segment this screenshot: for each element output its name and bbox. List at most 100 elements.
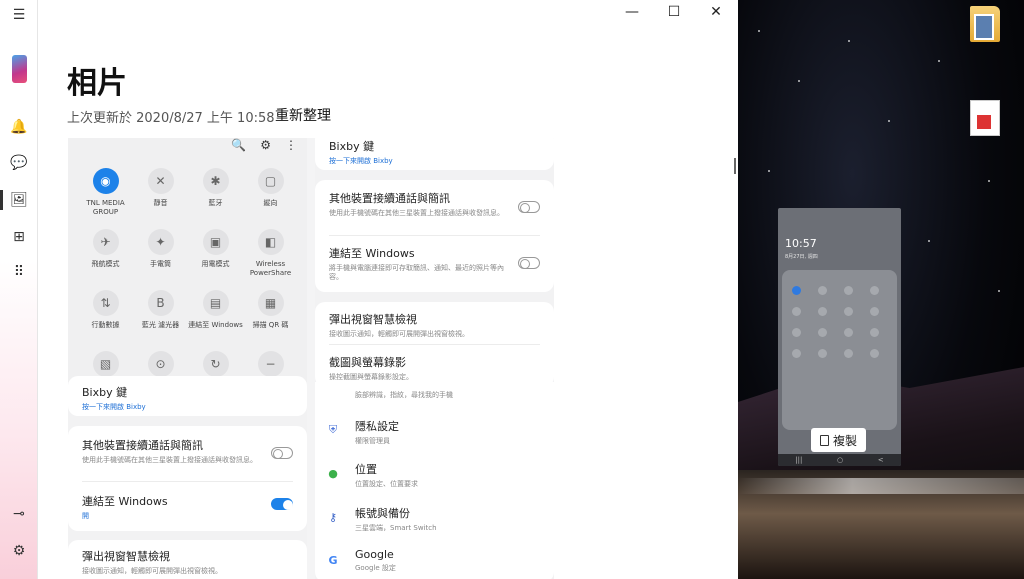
bixby-card: Bixby 鍵 按一下來開啟 Bixby [68, 376, 307, 416]
gear-icon: ⚙ [260, 138, 271, 152]
phone-thumbnail-icon[interactable] [12, 55, 27, 83]
quick-tile[interactable]: ◉ TNL MEDIA GROUP [78, 168, 133, 217]
right-continue-title: 其他裝置接續通話與簡訊 [329, 192, 450, 205]
quick-tile-label: 縱向 [263, 199, 278, 207]
notifications-icon[interactable]: 🔔 [9, 117, 29, 137]
phone-quick-panel [782, 270, 897, 430]
quick-tile-label: 藍光 濾光器 [141, 321, 180, 329]
nav-rail: ☰ 🔔 💬 🖼 ⊞ ⠿ ⊸ ⚙ [0, 0, 38, 579]
privacy-subtitle: 權限管理員 [355, 437, 390, 445]
quick-tile[interactable]: ✕ 靜音 [133, 168, 188, 217]
recent-apps-icon[interactable]: ||| [795, 456, 802, 464]
quick-tile[interactable]: ▦ 掃描 QR 碼 [243, 290, 298, 339]
quick-tile[interactable]: ✱ 藍牙 [188, 168, 243, 217]
last-updated-text: 上次更新於 2020/8/27 上午 10:58 [67, 111, 275, 126]
accounts-subtitle: 三星雲端，Smart Switch [355, 524, 437, 532]
right-connect-card: 其他裝置接續通話與簡訊 使用此手機號碼在其他三星裝置上撥接通話與收發訊息。 連結… [315, 180, 554, 292]
continue-calls-toggle[interactable] [271, 447, 293, 459]
back-icon[interactable]: < [878, 456, 884, 464]
right-bixby-subtitle: 按一下來開啟 Bixby [329, 157, 393, 165]
bixby-subtitle: 按一下來開啟 Bixby [82, 403, 146, 411]
quick-tile-label: 掃描 QR 碼 [252, 321, 289, 329]
quick-tile-icon: ▣ [202, 229, 229, 255]
quick-tile[interactable]: B 藍光 濾光器 [133, 290, 188, 339]
quick-tile-icon: ⊙ [147, 351, 174, 377]
search-icon: 🔍 [231, 138, 247, 152]
refresh-button[interactable]: 重新整理 [275, 105, 331, 125]
messages-icon[interactable]: 💬 [9, 153, 29, 173]
biometrics-subtitle: 臉部辨識，指紋，尋找我的手機 [355, 391, 453, 399]
quick-tile-label: 連結至 Windows [188, 321, 243, 329]
capture-subtitle: 操控截圖與螢幕錄影設定。 [329, 373, 413, 381]
quick-tile-icon: ▧ [92, 351, 119, 377]
right-popup-title: 彈出視窗智慧檢視 [329, 313, 417, 326]
quick-tile-label: 手電筒 [150, 260, 171, 268]
popup-card: 彈出視窗智慧檢視 接收圖示通知，輕觸即可展開彈出視窗檢視。 [68, 540, 307, 579]
quick-tile[interactable]: ▤ 連結至 Windows [188, 290, 243, 339]
screenshot-left-column: 🔍 ⚙ ⋮ ◉ TNL MEDIA GROUP ✕ 靜音 ✱ 藍牙 ▢ 縱向 ✈ 飛航模式 ✦ 手電筒… [68, 138, 307, 579]
quick-tile[interactable]: ⇅ 行動數據 [78, 290, 133, 339]
location-title: 位置 [355, 463, 377, 476]
right-continue-toggle[interactable] [518, 201, 540, 213]
desktop-folder-icon[interactable] [970, 6, 1000, 42]
copy-button[interactable]: 複製 [811, 428, 866, 452]
right-continue-subtitle: 使用此手機號碼在其他三星裝置上撥接通話與收發訊息。 [329, 209, 504, 217]
quick-tile-label: 靜音 [153, 199, 168, 207]
copy-label: 複製 [832, 433, 857, 448]
right-link-toggle[interactable] [518, 257, 540, 269]
right-bixby-title: Bixby 鍵 [329, 140, 375, 153]
continue-calls-subtitle: 使用此手機號碼在其他三星裝置上撥接通話與收發訊息。 [82, 456, 257, 464]
minimize-button[interactable]: — [610, 0, 654, 24]
right-popup-subtitle: 接收圖示通知，輕觸即可展開彈出視窗檢視。 [329, 330, 469, 338]
link-windows-title: 連結至 Windows [82, 495, 168, 508]
quick-tile[interactable]: ✦ 手電筒 [133, 229, 188, 278]
page-title: 相片 [67, 66, 127, 101]
photos-icon[interactable]: 🖼 [9, 190, 29, 210]
menu-icon[interactable]: ☰ [9, 5, 29, 25]
privacy-title: 隱私設定 [355, 420, 399, 433]
security-list-card: 臉部辨識，指紋，尋找我的手機 ⛨ 隱私設定 權限管理員 ● 位置 位置設定、位置… [315, 382, 554, 579]
quick-tile[interactable]: ✈ 飛航模式 [78, 229, 133, 278]
apps-icon[interactable]: ⊞ [9, 227, 29, 247]
quick-tile-icon: B [147, 290, 174, 316]
photo-preview[interactable]: 🔍 ⚙ ⋮ ◉ TNL MEDIA GROUP ✕ 靜音 ✱ 藍牙 ▢ 縱向 ✈ 飛航模式 ✦ 手電筒… [68, 138, 554, 579]
accounts-title: 帳號與備份 [355, 507, 410, 520]
quick-tile-icon: ▢ [257, 168, 284, 194]
quick-tile-icon: ✱ [202, 168, 229, 194]
shield-icon: ⛨ [328, 423, 338, 436]
connect-card: 其他裝置接續通話與簡訊 使用此手機號碼在其他三星裝置上撥接通話與收發訊息。 連結… [68, 426, 307, 531]
quick-tile-label: 行動數據 [91, 321, 120, 329]
right-display-card: 彈出視窗智慧檢視 接收圖示通知，輕觸即可展開彈出視窗檢視。 截圖與螢幕錄影 操控… [315, 302, 554, 387]
copy-icon [819, 434, 829, 446]
right-bixby-card: Bixby 鍵 按一下來開啟 Bixby [315, 138, 554, 170]
pin-icon[interactable]: ⊸ [9, 504, 29, 524]
quick-tile[interactable]: ▣ 用電模式 [188, 229, 243, 278]
settings-icon[interactable]: ⚙ [9, 541, 29, 561]
close-button[interactable]: ✕ [694, 0, 738, 24]
active-indicator [0, 190, 3, 210]
popup-view-subtitle: 接收圖示通知，輕觸即可展開彈出視窗檢視。 [82, 567, 222, 575]
screenshot-right-column: Bixby 鍵 按一下來開啟 Bixby 其他裝置接續通話與簡訊 使用此手機號碼… [315, 138, 554, 579]
quick-tiles-grid: ◉ TNL MEDIA GROUP ✕ 靜音 ✱ 藍牙 ▢ 縱向 ✈ 飛航模式 ✦ 手電筒 ▣ 用電模式 ◧… [78, 168, 298, 400]
quick-tile[interactable]: ▢ 縱向 [243, 168, 298, 217]
right-link-title: 連結至 Windows [329, 247, 415, 260]
link-windows-toggle[interactable] [271, 498, 293, 510]
quick-tile-icon: ▤ [202, 290, 229, 316]
link-windows-status: 開 [82, 512, 89, 520]
quick-panel: 🔍 ⚙ ⋮ ◉ TNL MEDIA GROUP ✕ 靜音 ✱ 藍牙 ▢ 縱向 ✈ 飛航模式 ✦ 手電筒… [68, 138, 307, 382]
key-icon: ⚷ [328, 511, 338, 524]
phone-mirror-preview[interactable]: 10:57 8月27日, 週四 複製 ||| ○ < [778, 208, 901, 466]
quick-tile-icon: ◧ [257, 229, 284, 255]
quick-tile[interactable]: ◧ Wireless PowerShare [243, 229, 298, 278]
phone-nav-bar: ||| ○ < [778, 454, 901, 466]
more-icon: ⋮ [285, 138, 297, 152]
maximize-button[interactable]: ☐ [652, 0, 696, 24]
capture-title: 截圖與螢幕錄影 [329, 356, 406, 369]
desktop-document-icon[interactable] [970, 100, 1000, 136]
calls-icon[interactable]: ⠿ [9, 262, 29, 282]
quick-tile-label: 藍牙 [208, 199, 223, 207]
quick-tile-icon: ↻ [202, 351, 229, 377]
home-icon[interactable]: ○ [837, 456, 843, 464]
quick-tile-label: 用電模式 [201, 260, 230, 268]
scrollbar-thumb[interactable] [734, 158, 736, 174]
